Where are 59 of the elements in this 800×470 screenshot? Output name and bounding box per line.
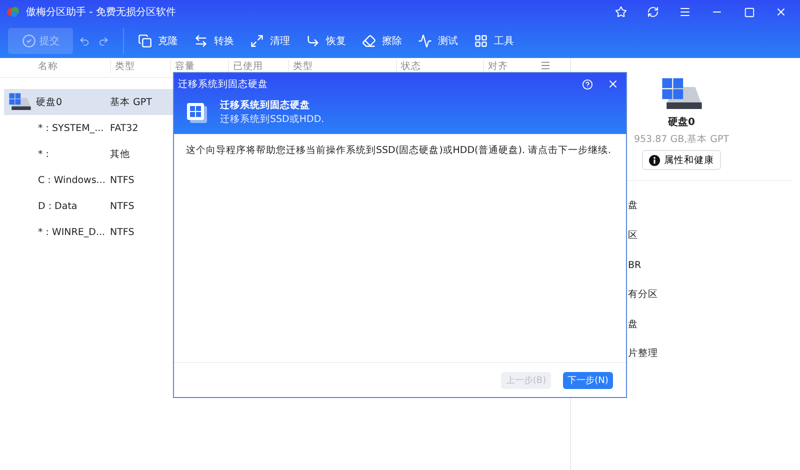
check-icon — [22, 34, 36, 48]
tool-button[interactable]: 擦除 — [358, 28, 410, 54]
redo-icon — [98, 36, 109, 46]
table-cell-text: NTFS — [110, 226, 136, 238]
table-cell-text: NTFS — [110, 174, 136, 186]
dialog-message: 这个向导程序将帮助您迁移当前操作系统到SSD(固态硬盘)或HDD(普通硬盘). 请点击下一步继续. — [186, 144, 612, 157]
tool-button[interactable]: 转换 — [190, 28, 242, 54]
operation-item[interactable]: 区 — [628, 220, 800, 250]
expand-arrows-icon — [250, 34, 264, 48]
grid-icon — [474, 34, 488, 48]
column-header: 类型 — [110, 60, 170, 73]
table-cell-text: 基本 GPT — [110, 96, 153, 108]
tool-button[interactable]: 测试 — [414, 28, 466, 54]
close-icon — [775, 6, 787, 18]
swap-arrows-icon — [194, 34, 208, 48]
maximize-icon — [744, 6, 754, 18]
info-icon — [649, 154, 660, 166]
table-cell-text: FAT32 — [110, 122, 140, 134]
dialog-title: 迁移系统到固态硬盘 — [178, 78, 269, 90]
pulse-icon — [418, 34, 432, 48]
table-cell: * : — [38, 148, 49, 160]
table-cell: * : WINRE_D... — [38, 226, 106, 238]
tool-button[interactable]: 清理 — [246, 28, 298, 54]
menu-icon — [679, 6, 691, 18]
turn-arrow-icon — [306, 34, 320, 48]
tool-button[interactable]: 克隆 — [134, 28, 186, 54]
undo-icon — [79, 36, 90, 46]
eraser-icon — [362, 34, 376, 48]
copy-icon — [138, 34, 152, 48]
operation-item[interactable]: 有分区 — [628, 280, 800, 310]
disk-icon — [8, 92, 32, 112]
window-title: 傲梅分区助手 - 免费无损分区软件 — [26, 6, 177, 19]
close-icon — [607, 78, 619, 90]
table-cell: * : SYSTEM_... — [38, 122, 104, 134]
operation-item[interactable]: BR — [628, 250, 800, 280]
dialog-subheading: 迁移系统到SSD或HDD. — [220, 113, 324, 126]
tool-button[interactable]: 工具 — [470, 28, 522, 54]
windows-window-icon — [186, 102, 208, 124]
table-cell: D : Data — [38, 200, 78, 212]
table-cell: 硬盘0 — [36, 96, 62, 108]
column-menu-icon[interactable] — [540, 60, 551, 71]
disk-info: 953.87 GB,基本 GPT — [634, 133, 730, 146]
column-header: 名称 — [37, 60, 59, 73]
table-cell-text: 其他 — [110, 148, 131, 160]
properties-button[interactable]: 属性和健康 — [642, 150, 721, 170]
refresh-icon — [647, 6, 659, 18]
dialog-heading: 迁移系统到固态硬盘 — [220, 99, 311, 112]
disk-name: 硬盘0 — [668, 116, 695, 130]
table-cell: C : Windows... — [38, 174, 106, 186]
help-icon — [582, 78, 592, 90]
logo-icon — [6, 6, 20, 18]
operation-item[interactable]: 片整理 — [628, 339, 800, 369]
operation-item[interactable]: 盘 — [628, 191, 800, 221]
tool-button[interactable]: 恢复 — [302, 28, 354, 54]
operation-item[interactable]: 盘 — [628, 310, 800, 340]
next-button[interactable]: 下一步(N) — [563, 372, 613, 388]
disk-icon — [660, 76, 704, 112]
table-cell-text: NTFS — [110, 200, 136, 212]
star-icon — [615, 6, 627, 18]
